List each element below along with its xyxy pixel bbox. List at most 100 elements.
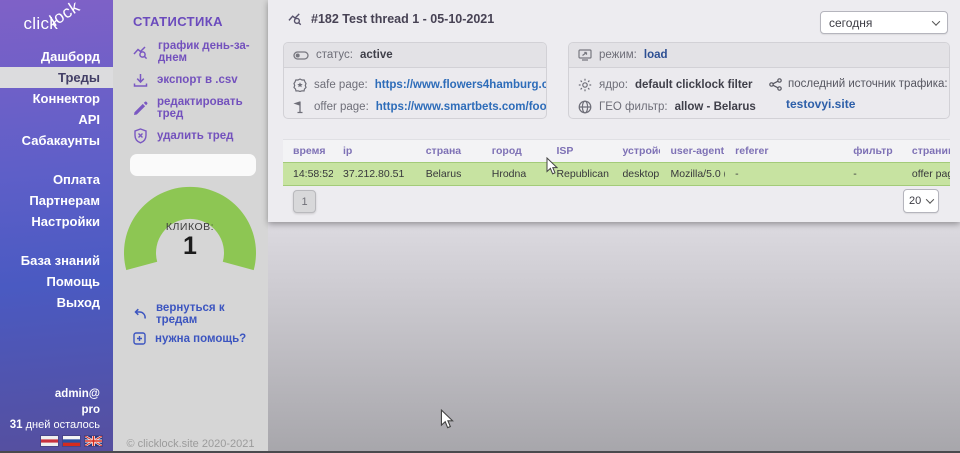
copyright-footer: © clicklock.site 2020-2021 <box>113 438 268 450</box>
offer-page-row: offer page: https://www.smartbets.com/fo… <box>293 96 537 118</box>
sidebar-item-knowledge-base[interactable]: База знаний <box>0 250 113 271</box>
clicklock-app: clicklock Дашборд Треды Коннектор API Са… <box>0 0 960 453</box>
sidebar-item-connector[interactable]: Коннектор <box>0 88 113 109</box>
cell-filter: - <box>843 163 902 186</box>
daily-chart-button[interactable]: график день-за-днем <box>133 44 268 60</box>
sidebar-item-api[interactable]: API <box>0 109 113 130</box>
stats-links: вернуться к тредам нужна помощь? <box>133 306 268 356</box>
edit-thread-label: редактировать тред <box>157 96 268 120</box>
shield-x-icon <box>133 128 148 144</box>
col-city: город <box>482 140 547 163</box>
traffic-source-block: последний источник трафика: testovyi.sit… <box>769 74 947 114</box>
col-isp: ISP <box>546 140 612 163</box>
belarus-flag-icon[interactable] <box>41 436 58 446</box>
cell-device: desktop <box>612 163 660 186</box>
daily-chart-label: график день-за-днем <box>158 40 268 64</box>
back-to-threads-link[interactable]: вернуться к тредам <box>133 306 268 321</box>
geo-filter-label: ГЕО фильтр: <box>599 101 668 113</box>
main-content: #182 Test thread 1 - 05-10-2021 сегодня … <box>268 0 960 453</box>
delete-thread-label: удалить тред <box>157 130 233 142</box>
status-panel-body: safe page: https://www.flowers4hamburg.c… <box>284 68 546 118</box>
back-to-threads-label: вернуться к тредам <box>156 302 268 326</box>
mode-value: load <box>644 49 668 61</box>
sidebar-item-help[interactable]: Помощь <box>0 271 113 292</box>
col-referer: referer <box>725 140 843 163</box>
table-header: время ip страна город ISP устройство use… <box>283 140 950 163</box>
cell-isp: Republican Unita... <box>546 163 612 186</box>
status-label: статус: <box>316 49 353 61</box>
safe-page-row: safe page: https://www.flowers4hamburg.c… <box>293 74 537 96</box>
sidebar-item-payment[interactable]: Оплата <box>0 169 113 190</box>
offer-page-label: offer page: <box>314 101 369 113</box>
toggle-icon <box>293 51 309 60</box>
offer-page-url[interactable]: https://www.smartbets.com/football/tea..… <box>376 101 547 113</box>
help-plus-icon <box>133 332 146 345</box>
thread-header: #182 Test thread 1 - 05-10-2021 <box>288 12 494 26</box>
clicklock-logo[interactable]: clicklock <box>0 14 113 34</box>
undo-icon <box>133 307 147 320</box>
chart-search-icon <box>288 12 303 26</box>
edit-thread-button[interactable]: редактировать тред <box>133 100 268 116</box>
gauge-card <box>130 154 256 176</box>
stats-title: СТАТИСТИКА <box>133 14 223 29</box>
geo-filter-value: allow - Belarus <box>675 101 756 113</box>
status-panel-header: статус: active <box>284 43 546 68</box>
col-country: страна <box>416 140 482 163</box>
account-plan: pro <box>10 403 100 419</box>
uk-flag-icon[interactable] <box>85 436 102 446</box>
screen-icon <box>578 49 592 61</box>
mode-label: режим: <box>599 49 637 61</box>
language-switcher <box>41 436 102 446</box>
safe-page-url[interactable]: https://www.flowers4hamburg.com/ <box>375 79 547 91</box>
mode-panel-header: режим: load <box>569 43 949 68</box>
badge-star-icon <box>293 78 307 92</box>
sidebar-item-logout[interactable]: Выход <box>0 292 113 313</box>
export-csv-button[interactable]: экспорт в .csv <box>133 72 268 88</box>
russia-flag-icon[interactable] <box>63 436 80 446</box>
need-help-link[interactable]: нужна помощь? <box>133 331 268 346</box>
traffic-source-row: последний источник трафика: <box>769 74 947 94</box>
cell-city: Hrodna <box>482 163 547 186</box>
page-1-button[interactable]: 1 <box>293 190 316 213</box>
delete-thread-button[interactable]: удалить тред <box>133 128 268 144</box>
status-panel: статус: active safe page: https://www.fl… <box>283 42 547 119</box>
thread-actions: график день-за-днем экспорт в .csv редак… <box>133 44 268 156</box>
cell-page: offer page <box>902 163 950 186</box>
account-info: admin@ pro 31 дней осталось <box>10 387 100 434</box>
table-row[interactable]: 14:58:52 37.212.80.51 Belarus Hrodna Rep… <box>283 163 950 186</box>
page-size-select[interactable]: 20 <box>903 189 939 213</box>
col-ip: ip <box>333 140 416 163</box>
cell-ip: 37.212.80.51 <box>333 163 416 186</box>
cell-time: 14:58:52 <box>283 163 333 186</box>
thread-card: #182 Test thread 1 - 05-10-2021 сегодня … <box>268 0 960 222</box>
sidebar-item-settings[interactable]: Настройки <box>0 211 113 232</box>
traffic-source-label: последний источник трафика: <box>788 78 948 90</box>
need-help-label: нужна помощь? <box>155 333 246 345</box>
sidebar-nav: Дашборд Треды Коннектор API Сабакаунты О… <box>0 46 113 313</box>
chevron-down-icon <box>926 195 934 203</box>
export-csv-label: экспорт в .csv <box>157 74 238 86</box>
period-select[interactable]: сегодня <box>820 11 948 34</box>
col-user-agent: user-agent <box>660 140 725 163</box>
gear-icon <box>578 78 592 92</box>
pencil-icon <box>133 101 148 116</box>
sidebar: clicklock Дашборд Треды Коннектор API Са… <box>0 0 113 453</box>
cell-user-agent: Mozilla/5.0 (Win... <box>660 163 725 186</box>
sidebar-item-dashboard[interactable]: Дашборд <box>0 46 113 67</box>
col-device: устройство <box>612 140 660 163</box>
sidebar-item-threads[interactable]: Треды <box>0 67 113 88</box>
page-size-value: 20 <box>909 195 921 207</box>
traffic-source-site[interactable]: testovyi.site <box>786 94 947 114</box>
account-days-left: 31 дней осталось <box>10 418 100 434</box>
sidebar-item-subaccounts[interactable]: Сабакаунты <box>0 130 113 151</box>
clicks-value: 1 <box>140 233 240 259</box>
col-filter: фильтр <box>843 140 902 163</box>
safe-page-label: safe page: <box>314 79 368 91</box>
sidebar-item-partners[interactable]: Партнерам <box>0 190 113 211</box>
download-icon <box>133 73 148 88</box>
stats-sidebar: СТАТИСТИКА график день-за-днем экспорт в… <box>113 0 268 453</box>
clicks-counter: КЛИКОВ: 1 <box>140 221 240 259</box>
thread-title: #182 Test thread 1 - 05-10-2021 <box>311 12 494 26</box>
cell-country: Belarus <box>416 163 482 186</box>
chevron-down-icon <box>932 17 940 25</box>
